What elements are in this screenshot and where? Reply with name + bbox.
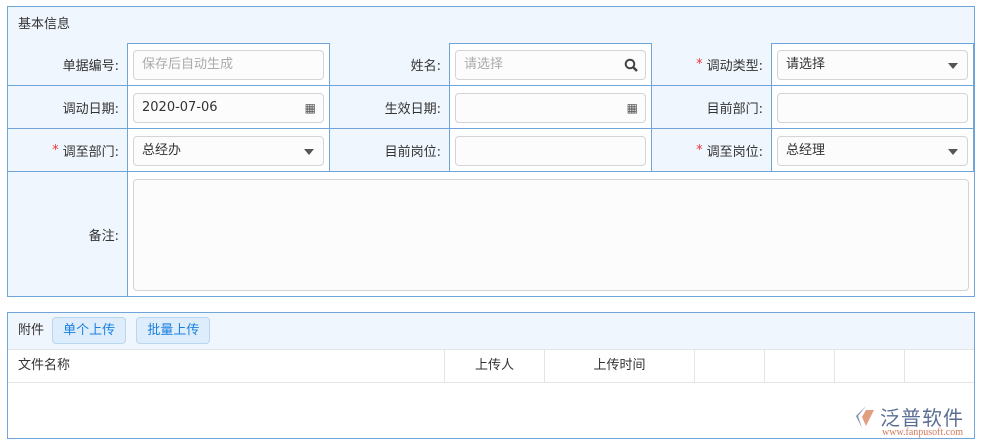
remark-textarea[interactable] [133, 179, 969, 291]
target-dept-cell: 总经办 [128, 129, 330, 172]
target-post-select[interactable]: 总经理 [777, 136, 968, 166]
chevron-down-icon [948, 149, 958, 155]
name-input[interactable]: 请选择 [455, 50, 646, 80]
transfer-date-label: 调动日期: [8, 86, 128, 129]
transfer-date-input[interactable]: 2020-07-06 ▦ [133, 93, 324, 123]
transfer-type-label: * 调动类型: [652, 43, 772, 86]
doc-no-cell: 保存后自动生成 [128, 43, 330, 86]
remark-cell [128, 172, 974, 296]
current-dept-label: 目前部门: [652, 86, 772, 129]
effective-date-cell: ▦ [450, 86, 652, 129]
effective-date-label: 生效日期: [330, 86, 450, 129]
column-extra [905, 350, 975, 383]
transfer-date-cell: 2020-07-06 ▦ [128, 86, 330, 129]
attachments-panel: 附件 单个上传 批量上传 文件名称 上传人 上传时间 [7, 312, 975, 439]
name-label: 姓名: [330, 43, 450, 86]
search-icon[interactable] [624, 58, 638, 72]
effective-date-input[interactable]: ▦ [455, 93, 646, 123]
column-uploader: 上传人 [445, 350, 545, 383]
name-cell: 请选择 [450, 43, 652, 86]
current-dept-input[interactable] [777, 93, 968, 123]
batch-upload-button[interactable]: 批量上传 [136, 317, 211, 344]
column-extra [695, 350, 765, 383]
chevron-down-icon [948, 63, 958, 69]
attachments-table-header: 文件名称 上传人 上传时间 [8, 350, 974, 383]
transfer-type-cell: 请选择 [772, 43, 974, 86]
single-upload-button[interactable]: 单个上传 [52, 317, 127, 344]
attachments-title: 附件 [18, 323, 45, 338]
target-dept-label: * 调至部门: [8, 129, 128, 172]
chevron-down-icon [304, 149, 314, 155]
remark-label: 备注: [8, 172, 128, 296]
column-extra [765, 350, 835, 383]
current-post-input[interactable] [455, 136, 646, 166]
fanpusoft-watermark: 泛普软件 www.fanpusoft.com [852, 402, 976, 442]
transfer-type-select[interactable]: 请选择 [777, 50, 968, 80]
doc-no-input[interactable]: 保存后自动生成 [133, 50, 324, 80]
target-post-cell: 总经理 [772, 129, 974, 172]
column-extra [835, 350, 905, 383]
current-post-cell [450, 129, 652, 172]
fanpu-logo-icon [856, 406, 874, 428]
current-dept-cell [772, 86, 974, 129]
target-dept-select[interactable]: 总经办 [133, 136, 324, 166]
current-post-label: 目前岗位: [330, 129, 450, 172]
basic-info-title: 基本信息 [8, 7, 974, 44]
calendar-icon[interactable]: ▦ [627, 94, 638, 122]
attachments-header: 附件 单个上传 批量上传 [8, 313, 974, 350]
column-upload-time: 上传时间 [545, 350, 695, 383]
column-file-name: 文件名称 [8, 350, 445, 383]
watermark-url: www.fanpusoft.com [882, 427, 964, 438]
target-post-label: * 调至岗位: [652, 129, 772, 172]
calendar-icon[interactable]: ▦ [305, 94, 316, 122]
doc-no-label: 单据编号: [8, 43, 128, 86]
